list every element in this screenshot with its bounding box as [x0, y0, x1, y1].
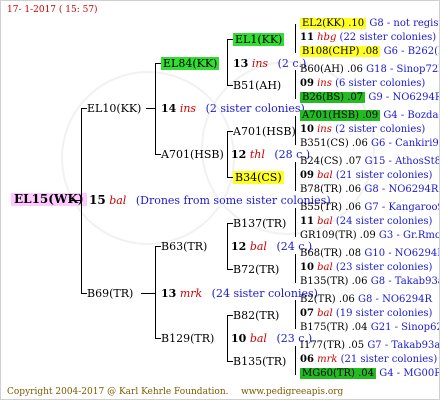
gen4-count: 09 — [300, 78, 314, 89]
gen4-breeder: ins — [317, 124, 332, 135]
gen4-origin: G10 - NO6294R — [364, 248, 440, 259]
gen1-count: 14 — [161, 102, 177, 115]
gen4-origin: G7 - Takab93aR — [367, 340, 440, 351]
gen4-mother[interactable]: B351(CS) .06 — [300, 138, 368, 149]
gen4-note: (21 sister colonies) — [340, 354, 438, 365]
gen2-breeder: ins — [251, 57, 269, 70]
gen4-origin: G6 - B262(NE) — [383, 46, 439, 57]
gen1-info-1: 14 ins (2 sister colonies) — [161, 102, 305, 115]
gen3-node-8[interactable]: B135(TR) — [233, 355, 286, 368]
gen4-origin: G18 - Sinop72R — [366, 64, 440, 75]
gen1-node-1[interactable]: EL10(KK) — [87, 102, 141, 115]
gen2-count: 13 — [233, 57, 249, 70]
gen4-mother[interactable]: B78(TR) .06 — [300, 184, 361, 195]
gen4-mother[interactable]: A701(HSB) .09 — [300, 110, 381, 121]
gen4-mother[interactable]: B135(TR) .06 — [300, 276, 368, 287]
date-label: 17- 1-2017 ( 15: 57) — [7, 5, 98, 15]
gen3-node-1[interactable]: EL1(KK) — [233, 33, 285, 46]
gen1-count: 13 — [161, 287, 177, 300]
gen2-node-1[interactable]: EL84(KK) — [161, 57, 220, 70]
gen4-mother[interactable]: EL2(KK) .10 — [300, 18, 367, 29]
gen4-origin: G8 - Takab93aR — [370, 276, 439, 287]
gen4-mother[interactable]: B24(CS) .07 — [300, 156, 361, 167]
gen4-mother[interactable]: GR109(TR) .09 — [300, 230, 376, 241]
gen4-count: 11 — [300, 216, 314, 227]
gen4-note: (24 sister colonies) — [335, 216, 433, 227]
root-count: 15 — [89, 193, 106, 207]
root-info: 15 bal (Drones from some sister colonies… — [89, 193, 331, 208]
gen4-mother[interactable]: I177(TR) .05 — [300, 340, 364, 351]
gen4-breeder: ins — [317, 78, 332, 89]
gen4-mother[interactable]: B55(TR) .06 — [300, 202, 361, 213]
gen4-origin: G4 - MG00R — [379, 368, 440, 379]
gen2-node-3[interactable]: B63(TR) — [161, 240, 207, 253]
gen4-origin: G3 - Gr.Rmounta — [378, 230, 439, 241]
gen4-mother[interactable]: B108(CHP) .08 — [300, 46, 381, 57]
gen3-node-2[interactable]: B51(AH) — [233, 79, 281, 92]
gen4-mother[interactable]: B60(AH) .06 — [300, 64, 363, 75]
gen1-node-2[interactable]: B69(TR) — [87, 287, 133, 300]
gen4-mother[interactable]: MG60(TR) .04 — [300, 368, 377, 379]
gen4-note: (2 sister colonies) — [335, 124, 426, 135]
gen3-node-6[interactable]: B72(TR) — [233, 263, 279, 276]
gen3-node-7[interactable]: B82(TR) — [233, 309, 279, 322]
pedigree-frame: 17- 1-2017 ( 15: 57) EL15(WK) 15 bal (Dr… — [0, 0, 440, 400]
gen4-count: 09 — [300, 170, 314, 181]
gen4-breeder: bal — [317, 308, 333, 319]
gen2-count: 10 — [231, 332, 247, 345]
gen3-node-4[interactable]: B34(CS) — [233, 171, 284, 184]
gen4-origin: G8 - NO6294R — [364, 184, 439, 195]
gen4-note: (21 sister colonies) — [335, 170, 433, 181]
gen3-node-3[interactable]: A701(HSB) — [233, 125, 296, 138]
gen2-info-1: 13 ins (2 c.) — [233, 57, 306, 70]
gen4-breeder: mrk — [317, 354, 338, 365]
gen4-mother[interactable]: B175(TR) .04 — [300, 322, 368, 333]
gen4-mother[interactable]: B2(TR) .06 — [300, 294, 355, 305]
gen4-breeder: bal — [317, 170, 333, 181]
gen4-count: 06 — [300, 354, 314, 365]
gen4-count: 07 — [300, 308, 314, 319]
gen4-mother[interactable]: B26(BS) .07 — [300, 92, 366, 103]
root-breeder: bal — [109, 194, 127, 207]
gen4-note: (23 sister colonies) — [335, 262, 433, 273]
gen4-note: (6 sister colonies) — [335, 78, 426, 89]
gen3-node-5[interactable]: B137(TR) — [233, 217, 286, 230]
gen4-count: 10 — [300, 262, 314, 273]
gen4-count: 11 — [300, 32, 314, 43]
site-link[interactable]: www.pedigreeapis.org — [241, 386, 343, 399]
gen4-breeder: hbg — [317, 32, 337, 43]
gen4-origin: G9 - NO6294R — [368, 92, 440, 103]
copyright: Copyright 2004-2017 @ Karl Kehrle Founda… — [7, 387, 229, 397]
gen4-origin: G7 - Kangaroo98R — [364, 202, 439, 213]
gen1-info-2: 13 mrk (24 sister colonies) — [161, 287, 318, 300]
gen4-origin: G4 - Bozdag07R — [383, 110, 439, 121]
gen1-breeder: mrk — [179, 287, 203, 300]
gen2-count: 12 — [231, 148, 247, 161]
gen2-breeder: bal — [249, 240, 267, 253]
gen4-breeder: bal — [317, 262, 333, 273]
gen2-info-2: 12 thl (28 c.) — [231, 148, 310, 161]
gen4-mother[interactable]: B68(TR) .08 — [300, 248, 361, 259]
gen1-breeder: ins — [179, 102, 197, 115]
gen2-node-2[interactable]: A701(HSB) — [161, 148, 224, 161]
gen4-breeder: bal — [317, 216, 333, 227]
gen4-origin: G6 - Cankiri97Q — [371, 138, 439, 149]
gen4-origin: G15 - AthosSt80R — [364, 156, 439, 167]
gen2-breeder: thl — [249, 148, 265, 161]
gen1-note: (2 sister colonies) — [205, 102, 305, 115]
gen4-origin: G8 - NO6294R — [357, 294, 432, 305]
gen2-count: 12 — [231, 240, 247, 253]
gen4-note: (19 sister colonies) — [335, 308, 433, 319]
gen4-origin: G8 - not registe — [369, 18, 439, 29]
gen2-node-4[interactable]: B129(TR) — [161, 332, 214, 345]
gen2-breeder: bal — [249, 332, 267, 345]
gen4-note: (22 sister colonies) — [339, 32, 437, 43]
gen4-count: 10 — [300, 124, 314, 135]
gen4-origin: G21 - Sinop62R — [370, 322, 439, 333]
